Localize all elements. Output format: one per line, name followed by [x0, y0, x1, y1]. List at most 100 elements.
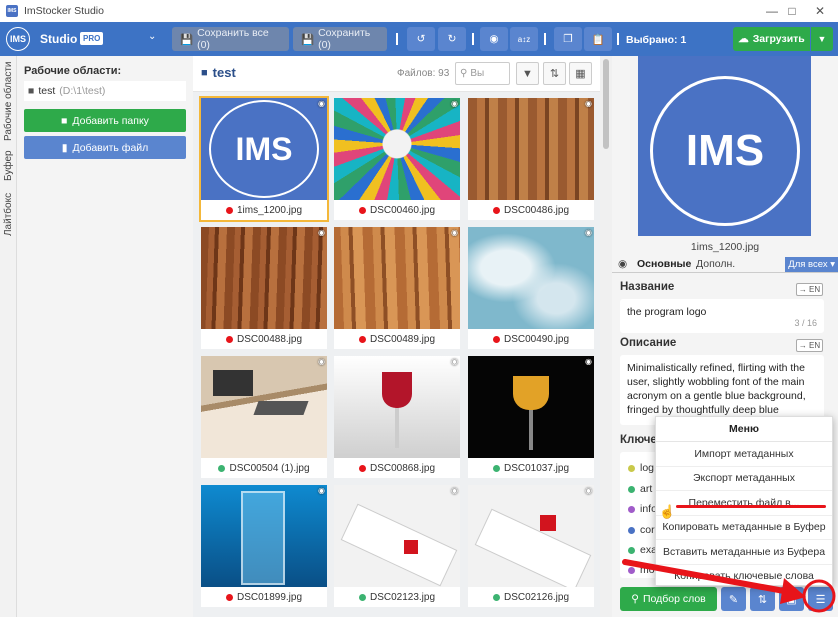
camera-icon[interactable]: ◉ [618, 258, 627, 270]
binoculars-icon: ◉ [489, 33, 499, 45]
save-button[interactable]: 💾 Сохранить (0) [293, 27, 387, 51]
menu-item-export-metadata[interactable]: Экспорт метаданных [656, 467, 832, 491]
close-icon[interactable]: ✕ [800, 0, 838, 22]
camera-icon: ◉ [318, 357, 325, 366]
thumbnail[interactable]: ◉ DSC00489.jpg [334, 227, 460, 349]
thumbnail[interactable]: ◉ DSC02126.jpg [468, 485, 594, 607]
redo-icon: ↻ [447, 33, 457, 45]
thumbnail[interactable]: ◉ DSC00460.jpg [334, 98, 460, 220]
gallery-scrollbar[interactable] [600, 56, 612, 617]
keyword-item[interactable]: log [628, 462, 654, 474]
redo-button[interactable]: ↻ [438, 27, 466, 51]
add-file-button[interactable]: ▮ Добавить файл [24, 136, 186, 159]
translate-title-button[interactable]: → EN [796, 283, 823, 296]
avatar[interactable]: IMS [6, 27, 30, 51]
title-field[interactable]: the program logo 3 / 16 [620, 299, 824, 333]
status-dot [218, 464, 226, 472]
separator [472, 33, 474, 45]
camera-icon: ◉ [451, 357, 458, 366]
pro-badge: PRO [80, 32, 104, 45]
thumbnail-image: ◉ [468, 485, 594, 587]
keyword-item[interactable]: exa [628, 544, 657, 556]
description-field[interactable]: Minimalistically refined, flirting with … [620, 355, 824, 425]
keyword-dot [628, 505, 635, 513]
save-icon: 💾 [301, 33, 315, 46]
undo-button[interactable]: ↺ [407, 27, 435, 51]
tab-main[interactable]: Основные [637, 258, 691, 270]
vtab-workspaces[interactable]: Рабочие области [0, 60, 17, 142]
edit-button[interactable]: ✎ [721, 587, 746, 611]
translate-description-button[interactable]: → EN [796, 339, 823, 352]
pick-words-button[interactable]: ⚲ Подбор слов [620, 587, 717, 611]
vertical-tabs: Рабочие области Буфер Лайтбокс [0, 56, 17, 617]
menu-item-copy-metadata[interactable]: Копировать метаданные в Буфер [656, 516, 832, 540]
keyword-dot [628, 566, 635, 574]
status-dot [492, 593, 500, 601]
sort-button[interactable]: a↕z [510, 27, 538, 51]
sort-keywords-button[interactable]: ⇅ [750, 587, 775, 611]
find-button[interactable]: ◉ [480, 27, 508, 51]
wine-glass-shape [382, 372, 412, 408]
camera-icon: ◉ [585, 357, 592, 366]
thumbnail-image: ◉ [468, 356, 594, 458]
hamburger-icon: ☰ [815, 593, 826, 606]
menu-item-import-metadata[interactable]: Импорт метаданных [656, 442, 832, 467]
paste-button[interactable]: 📋 [584, 27, 612, 51]
workspace-item[interactable]: ■ test (D:\1\test) [24, 81, 186, 101]
cloud-upload-icon: ☁ [738, 33, 749, 45]
thumbnail-name: DSC00488.jpg [236, 333, 303, 345]
filter-button[interactable]: ▼ [516, 62, 539, 85]
keyword-item[interactable]: mo [628, 564, 655, 576]
camera-icon: ◉ [585, 228, 592, 237]
workspace-name: test [38, 85, 56, 97]
save-meta-button[interactable]: ▣ [779, 587, 804, 611]
thumbnail[interactable]: ◉ DSC00504 (1).jpg [201, 356, 327, 478]
upload-button[interactable]: ☁ Загрузить [733, 27, 810, 51]
filter-icon: ▼ [522, 67, 533, 80]
thumbnail[interactable]: ◉ DSC00490.jpg [468, 227, 594, 349]
save-icon: ▣ [786, 593, 797, 606]
thumbnail-image: ◉ [468, 227, 594, 329]
camera-icon: ◉ [451, 486, 458, 495]
scrollbar-thumb[interactable] [603, 59, 609, 149]
vtab-buffer[interactable]: Буфер [0, 148, 17, 184]
menu-item-copy-keywords[interactable]: Копировать ключевые слова [656, 565, 832, 586]
glass-shape [513, 376, 549, 410]
tab-extra[interactable]: Дополн. [696, 258, 735, 270]
upload-dropdown[interactable]: ▼ [811, 27, 833, 51]
menu-item-move-file[interactable]: Переместить файл в... [656, 491, 832, 516]
thumbnail[interactable]: ◉ DSC00486.jpg [468, 98, 594, 220]
copy-button[interactable]: ❐ [554, 27, 582, 51]
keyword-item[interactable]: cor [628, 524, 655, 536]
folder-icon: ■ [28, 85, 35, 97]
thumbnail-image: ◉ [468, 98, 594, 200]
add-folder-button[interactable]: ■ Добавить папку [24, 109, 186, 132]
status-dot [492, 206, 500, 214]
search-input[interactable]: Вы [470, 68, 484, 79]
camera-icon: ◉ [585, 99, 592, 108]
keyword-item[interactable]: art [628, 483, 652, 495]
chevron-down-icon[interactable]: ⌄ [148, 31, 156, 42]
apply-all-dropdown[interactable]: Для всех ▾ [785, 257, 838, 272]
thumbnail-name: DSC00460.jpg [369, 204, 436, 216]
thumbnail[interactable]: ◉ DSC01037.jpg [468, 356, 594, 478]
sort-order-button[interactable]: ⇅ [543, 62, 566, 85]
chevron-down-icon: ▼ [817, 34, 827, 44]
save-all-button[interactable]: 💾 Сохранить все (0) [172, 27, 289, 51]
thumbnail[interactable]: IMS ◉ 1ims_1200.jpg [199, 96, 329, 222]
grid-view-button[interactable]: ▦ [569, 62, 592, 85]
pick-words-label: Подбор слов [642, 593, 706, 605]
thumbnail[interactable]: ◉ DSC01899.jpg [201, 485, 327, 607]
thumbnail[interactable]: ◉ DSC02123.jpg [334, 485, 460, 607]
gallery-search[interactable]: ⚲ Вы [455, 62, 510, 85]
status-dot [225, 206, 233, 214]
menu-button[interactable]: ☰ [808, 587, 833, 611]
save-all-icon: 💾 [180, 33, 194, 46]
switch-shape [540, 515, 556, 531]
vtab-lightbox[interactable]: Лайтбокс [0, 190, 17, 238]
thumbnail[interactable]: ◉ DSC00488.jpg [201, 227, 327, 349]
keyword-item[interactable]: info [628, 503, 657, 515]
thumbnail[interactable]: ◉ DSC00868.jpg [334, 356, 460, 478]
menu-item-paste-metadata[interactable]: Вставить метаданные из Буфера [656, 540, 832, 565]
workspace-path: (D:\1\test) [59, 85, 106, 97]
